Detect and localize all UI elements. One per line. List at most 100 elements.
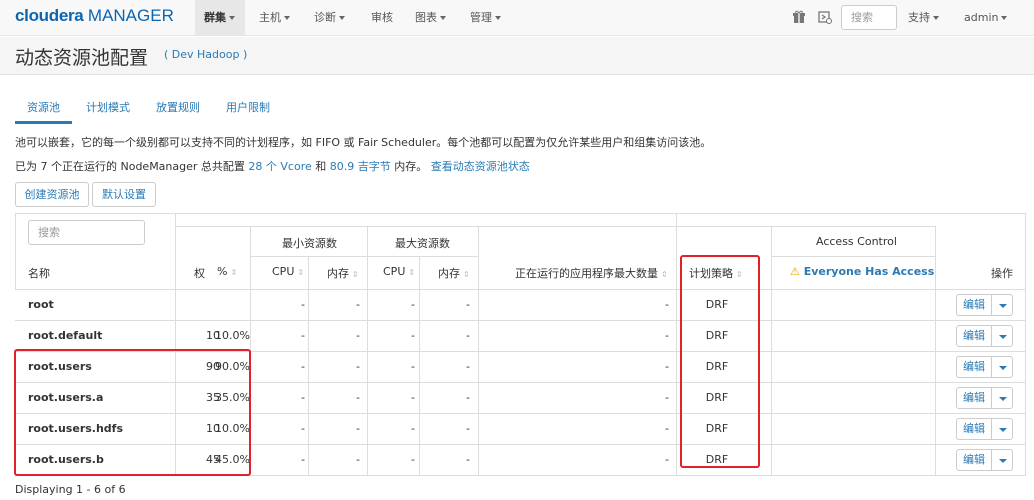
- edit-button-group: 编辑: [956, 294, 1014, 316]
- chevron-down-icon: [999, 397, 1007, 401]
- edit-dropdown-toggle[interactable]: [991, 325, 1013, 347]
- max-cpu-value: -: [411, 329, 415, 342]
- col-header-name[interactable]: 名称: [28, 265, 50, 281]
- chevron-down-icon: [229, 16, 235, 20]
- max-memory-value: -: [466, 360, 470, 373]
- edit-pool-button[interactable]: 编辑: [956, 356, 992, 378]
- table-search-input[interactable]: 搜索: [28, 220, 145, 245]
- cluster-link[interactable]: ( Dev Hadoop ): [164, 48, 247, 61]
- min-cpu-value: -: [301, 298, 305, 311]
- min-memory-value: -: [356, 298, 360, 311]
- nav-administration[interactable]: 管理: [470, 0, 501, 36]
- nav-clusters[interactable]: 群集: [195, 0, 245, 36]
- max-cpu-value: -: [411, 298, 415, 311]
- divider: [250, 256, 478, 257]
- min-cpu-value: -: [301, 422, 305, 435]
- sort-icon: ⇕: [297, 267, 305, 277]
- chevron-down-icon: [999, 304, 1007, 308]
- max-running-apps-value: -: [665, 360, 669, 373]
- edit-dropdown-toggle[interactable]: [991, 387, 1013, 409]
- tab-resource-pools[interactable]: 资源池: [27, 99, 60, 123]
- edit-button-group: 编辑: [956, 418, 1014, 440]
- nav-audits[interactable]: 审核: [371, 0, 393, 36]
- col-header-percent[interactable]: % ⇕: [217, 265, 238, 278]
- edit-dropdown-toggle[interactable]: [991, 418, 1013, 440]
- everyone-access-link[interactable]: ⚠ Everyone Has Access: [790, 265, 934, 278]
- chevron-down-icon: [999, 428, 1007, 432]
- min-memory-value: -: [356, 391, 360, 404]
- cloudera-logo[interactable]: cloudera MANAGER: [15, 6, 174, 26]
- col-header-max-memory[interactable]: 内存 ⇕: [438, 265, 470, 281]
- nav-charts[interactable]: 图表: [415, 0, 446, 36]
- max-memory-value: -: [466, 298, 470, 311]
- chevron-down-icon: [933, 16, 939, 20]
- edit-pool-button[interactable]: 编辑: [956, 325, 992, 347]
- running-commands-icon[interactable]: [818, 10, 832, 24]
- edit-dropdown-toggle[interactable]: [991, 356, 1013, 378]
- memory-link[interactable]: 80.9 吉字节: [330, 160, 391, 173]
- max-running-apps-value: -: [665, 298, 669, 311]
- divider: [1025, 213, 1026, 476]
- edit-pool-button[interactable]: 编辑: [956, 418, 992, 440]
- edit-pool-button[interactable]: 编辑: [956, 387, 992, 409]
- nav-diagnostics[interactable]: 诊断: [314, 0, 345, 36]
- pool-percent: 10.0%: [215, 329, 250, 342]
- col-header-weight[interactable]: 权: [194, 265, 205, 281]
- min-cpu-value: -: [301, 360, 305, 373]
- table-row: root.default 10 10.0% - - - - - DRF 编辑: [15, 320, 1026, 351]
- create-pool-button[interactable]: 创建资源池: [15, 182, 89, 207]
- warning-icon: ⚠: [790, 265, 800, 278]
- highlight-box-scheduling-policy: [680, 255, 760, 468]
- sort-icon: ⇕: [352, 269, 359, 279]
- tab-user-limits[interactable]: 用户限制: [226, 99, 270, 123]
- highlight-box-users-weights: [14, 349, 251, 476]
- sort-icon: ⇕: [230, 267, 238, 277]
- pool-percent: [215, 290, 244, 320]
- max-cpu-value: -: [411, 422, 415, 435]
- nav-support[interactable]: 支持: [908, 0, 939, 36]
- col-header-max-running-apps[interactable]: 正在运行的应用程序最大数量 ⇕: [515, 265, 668, 281]
- max-running-apps-value: -: [665, 329, 669, 342]
- col-group-max-resources: 最大资源数: [395, 237, 450, 250]
- max-running-apps-value: -: [665, 453, 669, 466]
- edit-pool-button[interactable]: 编辑: [956, 449, 992, 471]
- summary-text: 和: [311, 160, 330, 173]
- global-search-input[interactable]: 搜索: [841, 5, 897, 30]
- tab-placement-rules[interactable]: 放置规则: [156, 99, 200, 123]
- vcore-link[interactable]: 28 个 Vcore: [248, 160, 311, 173]
- table-row: root - - - - - DRF 编辑: [15, 289, 1026, 320]
- sort-icon: ⇕: [661, 269, 668, 279]
- edit-button-group: 编辑: [956, 387, 1014, 409]
- col-header-min-memory[interactable]: 内存 ⇕: [327, 265, 359, 281]
- edit-button-group: 编辑: [956, 325, 1014, 347]
- divider: [175, 226, 935, 227]
- max-cpu-value: -: [411, 360, 415, 373]
- chevron-down-icon: [440, 16, 446, 20]
- pool-name-root-default: root.default: [28, 329, 103, 342]
- max-running-apps-value: -: [665, 391, 669, 404]
- edit-button-group: 编辑: [956, 356, 1014, 378]
- edit-dropdown-toggle[interactable]: [991, 449, 1013, 471]
- min-memory-value: -: [356, 422, 360, 435]
- pool-name-root: root: [28, 298, 54, 311]
- min-cpu-value: -: [301, 329, 305, 342]
- nav-user-menu[interactable]: admin: [964, 0, 1008, 36]
- col-header-min-cpu[interactable]: CPU ⇕: [272, 265, 305, 278]
- col-header-max-cpu[interactable]: CPU ⇕: [383, 265, 415, 278]
- active-tab-indicator: [15, 121, 72, 124]
- edit-dropdown-toggle[interactable]: [991, 294, 1013, 316]
- tab-schedule-mode[interactable]: 计划模式: [86, 99, 130, 123]
- page-header: 动态资源池配置 ( Dev Hadoop ): [0, 37, 1034, 75]
- pagination-summary: Displaying 1 - 6 of 6: [15, 483, 126, 496]
- default-settings-button[interactable]: 默认设置: [92, 182, 156, 207]
- top-navbar: cloudera MANAGER 群集 主机 诊断 审核 图表 管理 搜索 支持…: [0, 0, 1034, 36]
- max-cpu-value: -: [411, 453, 415, 466]
- page-title: 动态资源池配置: [15, 47, 149, 69]
- parcel-gift-icon[interactable]: [792, 10, 806, 24]
- edit-pool-button[interactable]: 编辑: [956, 294, 992, 316]
- chevron-down-icon: [999, 459, 1007, 463]
- summary-text: 内存。: [390, 160, 428, 173]
- view-pool-status-link[interactable]: 查看动态资源池状态: [431, 160, 530, 173]
- nav-hosts[interactable]: 主机: [259, 0, 290, 36]
- summary-text: 已为 7 个正在运行的 NodeManager 总共配置: [15, 160, 249, 173]
